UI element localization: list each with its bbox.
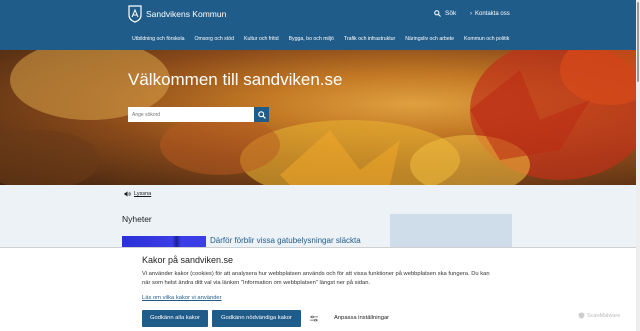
cookie-info-link[interactable]: Läs om vilka kakor vi använder: [142, 295, 222, 301]
hero-search: [128, 107, 269, 122]
sliders-icon: [310, 315, 318, 322]
news-link[interactable]: Därför förblir vissa gatubelysningar slä…: [210, 236, 361, 245]
nav-item-kommun[interactable]: Kommun och politik: [459, 28, 514, 50]
search-icon: [257, 110, 266, 119]
scanmalware-watermark: ScanMalware: [578, 312, 620, 319]
search-submit-button[interactable]: [254, 107, 269, 122]
listen-label: Lyssna: [134, 191, 152, 197]
news-heading: Nyheter: [122, 214, 152, 224]
site-logo[interactable]: Sandvikens Kommun: [128, 5, 226, 23]
side-panel: [390, 214, 512, 248]
site-header: Sandvikens Kommun Sök › Kontakta oss Utb…: [0, 0, 636, 50]
cookie-title: Kakor på sandviken.se: [142, 255, 234, 265]
speaker-icon: [124, 191, 131, 197]
nav-item-kultur[interactable]: Kultur och fritid: [239, 28, 284, 50]
cookie-banner: Kakor på sandviken.se Vi använder kakor …: [0, 247, 636, 331]
header-search-button[interactable]: Sök: [434, 10, 456, 17]
hero-banner: Välkommen till sandviken.se: [0, 50, 636, 185]
scrollbar-thumb[interactable]: [637, 2, 639, 82]
search-icon: [434, 10, 441, 17]
nav-item-utbildning[interactable]: Utbildning och förskola: [127, 28, 189, 50]
nav-item-naringsliv[interactable]: Näringsliv och arbete: [400, 28, 459, 50]
search-label: Sök: [445, 10, 457, 17]
customize-label: Anpassa inställningar: [334, 315, 390, 322]
nav-item-trafik[interactable]: Trafik och infrastruktur: [339, 28, 400, 50]
search-input[interactable]: [128, 107, 254, 122]
chevron-right-icon: ›: [470, 11, 472, 17]
accept-necessary-button[interactable]: Godkänn nödvändiga kakor: [212, 310, 301, 327]
contact-label: Kontakta oss: [475, 11, 510, 17]
customize-button[interactable]: Anpassa inställningar: [310, 310, 389, 327]
main-nav: Utbildning och förskola Omsorg och stöd …: [0, 28, 636, 50]
nav-item-bygga[interactable]: Bygga, bo och miljö: [284, 28, 339, 50]
shield-icon: [578, 312, 585, 319]
site-name: Sandvikens Kommun: [146, 9, 227, 19]
hero-title: Välkommen till sandviken.se: [128, 70, 343, 89]
accept-all-button[interactable]: Godkänn alla kakor: [142, 310, 208, 327]
contact-link[interactable]: › Kontakta oss: [470, 11, 510, 17]
coat-of-arms-icon: [128, 5, 142, 23]
watermark-text: ScanMalware: [587, 312, 621, 319]
listen-button[interactable]: Lyssna: [124, 191, 151, 197]
cookie-text: Vi använder kakor (cookies) för att anal…: [142, 271, 490, 286]
nav-item-omsorg[interactable]: Omsorg och stöd: [189, 28, 239, 50]
